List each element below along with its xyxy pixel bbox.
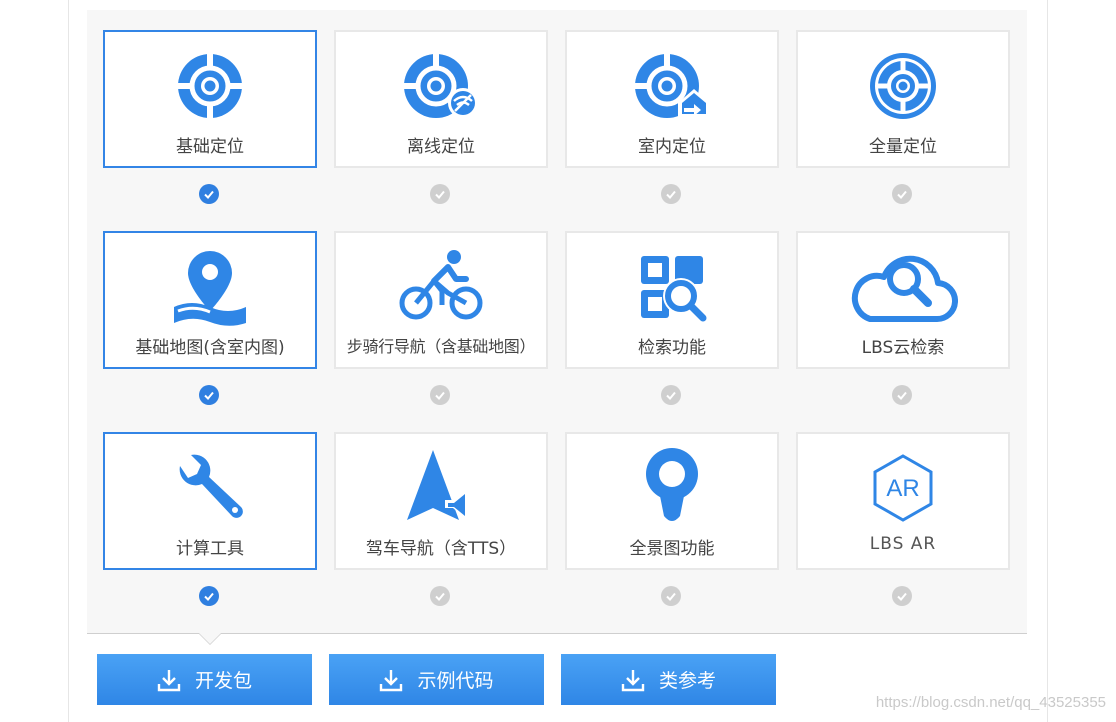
full-locate-icon [798, 46, 1008, 126]
card-label: 基础定位 [176, 137, 244, 157]
card-check-panorama[interactable] [661, 586, 681, 606]
card-drive-navigation[interactable]: 驾车导航（含TTS） [334, 432, 548, 570]
card-check-indoor-location[interactable] [661, 184, 681, 204]
card-label: 全景图功能 [629, 539, 715, 559]
download-icon [621, 669, 645, 691]
card-label: 全量定位 [869, 137, 937, 157]
check-icon [897, 391, 907, 400]
download-class-reference-button[interactable]: 类参考 [561, 654, 776, 705]
download-icon [157, 669, 181, 691]
cycling-icon [336, 247, 546, 327]
card-search-feature[interactable]: 检索功能 [565, 231, 779, 369]
card-check-search-feature[interactable] [661, 385, 681, 405]
card-check-offline-location[interactable] [430, 184, 450, 204]
card-label: 检索功能 [638, 338, 706, 358]
card-label: 离线定位 [407, 137, 475, 157]
panorama-icon [567, 448, 777, 528]
panel-bottom-border [87, 633, 1027, 634]
card-lbs-cloud-search[interactable]: LBS云检索 [796, 231, 1010, 369]
card-check-lbs-ar[interactable] [892, 586, 912, 606]
search-feature-icon [567, 247, 777, 327]
card-panorama[interactable]: 全景图功能 [565, 432, 779, 570]
card-check-full-location[interactable] [892, 184, 912, 204]
card-label: 驾车导航（含TTS） [365, 539, 517, 559]
frame-left-line [68, 0, 69, 722]
download-icon [380, 669, 403, 691]
map-pin-icon [105, 247, 315, 327]
check-icon [435, 190, 445, 199]
card-basic-location[interactable]: 基础定位 [103, 30, 317, 168]
card-label: 室内定位 [638, 137, 706, 157]
check-icon [204, 190, 214, 199]
card-label: 基础地图(含室内图) [135, 338, 285, 358]
card-indoor-location[interactable]: 室内定位 [565, 30, 779, 168]
card-label: LBS AR [869, 534, 937, 554]
ar-icon: AR [798, 448, 1008, 528]
card-label: 计算工具 [176, 539, 244, 559]
button-label: 开发包 [194, 670, 252, 692]
button-label: 类参考 [658, 670, 716, 692]
offline-locate-icon [336, 46, 546, 126]
button-label: 示例代码 [417, 670, 494, 692]
check-icon [204, 391, 214, 400]
check-icon [666, 190, 676, 199]
card-check-basic-map[interactable] [199, 385, 219, 405]
indoor-locate-icon [567, 46, 777, 126]
card-check-ride-navigation[interactable] [430, 385, 450, 405]
check-icon [666, 391, 676, 400]
check-icon [435, 391, 445, 400]
watermark-text: https://blog.csdn.net/qq_43525355 [875, 694, 1106, 711]
card-check-lbs-cloud-search[interactable] [892, 385, 912, 405]
cloud-search-icon [798, 247, 1008, 327]
locate-icon [105, 46, 315, 126]
card-label: 步骑行导航（含基础地图） [346, 337, 536, 356]
check-icon [435, 592, 445, 601]
ar-badge-text: AR [886, 475, 919, 502]
check-icon [666, 592, 676, 601]
card-label: LBS云检索 [861, 338, 945, 358]
card-full-location[interactable]: 全量定位 [796, 30, 1010, 168]
card-lbs-ar[interactable]: AR LBS AR [796, 432, 1010, 570]
card-calc-tools[interactable]: 计算工具 [103, 432, 317, 570]
download-sdk-button[interactable]: 开发包 [97, 654, 312, 705]
wrench-icon [105, 448, 315, 528]
check-icon [204, 592, 214, 601]
card-offline-location[interactable]: 离线定位 [334, 30, 548, 168]
card-check-calc-tools[interactable] [199, 586, 219, 606]
download-sample-code-button[interactable]: 示例代码 [329, 654, 544, 705]
card-ride-navigation[interactable]: 步骑行导航（含基础地图） [334, 231, 548, 369]
card-basic-map[interactable]: 基础地图(含室内图) [103, 231, 317, 369]
panel-pointer [199, 633, 221, 644]
feature-panel: 基础定位 离线定位 室内定位 全量定位 基础地图(含室内图) 步骑行导航（含基础… [87, 10, 1027, 633]
card-check-drive-navigation[interactable] [430, 586, 450, 606]
check-icon [897, 190, 907, 199]
card-check-basic-location[interactable] [199, 184, 219, 204]
drive-nav-icon [336, 448, 546, 528]
check-icon [897, 592, 907, 601]
frame-right-line [1047, 0, 1048, 722]
